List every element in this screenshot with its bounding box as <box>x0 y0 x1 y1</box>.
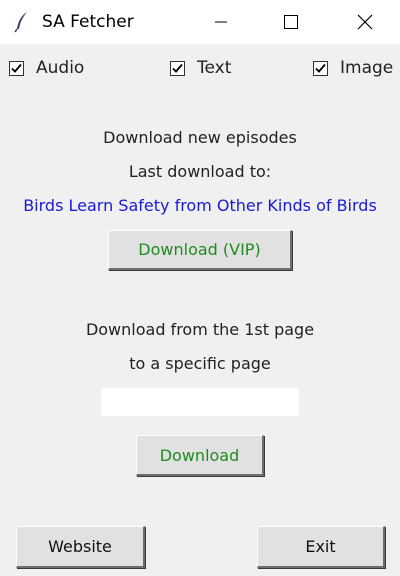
checkmark-icon <box>11 63 22 73</box>
last-download-label: Last download to: <box>128 162 272 181</box>
minimize-icon <box>215 21 227 23</box>
download-vip-button[interactable]: Download (VIP) <box>108 230 292 270</box>
text-label: Text <box>197 58 232 78</box>
image-checkbox[interactable]: Image <box>313 58 393 78</box>
checkbox-box[interactable] <box>313 60 328 76</box>
audio-label: Audio <box>36 58 85 78</box>
checkmark-icon <box>172 63 183 73</box>
window-title: SA Fetcher <box>42 12 134 32</box>
audio-checkbox[interactable]: Audio <box>9 58 84 78</box>
close-button[interactable] <box>330 0 400 44</box>
checkbox-box[interactable] <box>170 60 185 76</box>
minimize-button[interactable] <box>186 0 256 44</box>
maximize-icon <box>284 15 298 29</box>
text-checkbox[interactable]: Text <box>170 58 231 78</box>
image-label: Image <box>340 58 394 78</box>
new-episodes-heading: Download new episodes <box>103 128 297 147</box>
last-download-title: Birds Learn Safety from Other Kinds of B… <box>23 196 377 215</box>
main-panel: Audio Text Image Download new episodes L… <box>0 44 400 576</box>
range-line-2: to a specific page <box>129 354 271 373</box>
exit-button[interactable]: Exit <box>257 526 385 568</box>
page-number-input[interactable] <box>101 388 299 416</box>
feather-icon <box>13 11 33 33</box>
download-button[interactable]: Download <box>136 435 264 476</box>
checkbox-box[interactable] <box>9 60 24 76</box>
title-bar: SA Fetcher <box>0 0 400 44</box>
range-line-1: Download from the 1st page <box>85 320 315 339</box>
checkmark-icon <box>315 63 326 73</box>
website-button[interactable]: Website <box>16 526 145 568</box>
close-icon <box>357 14 373 30</box>
maximize-button[interactable] <box>256 0 326 44</box>
